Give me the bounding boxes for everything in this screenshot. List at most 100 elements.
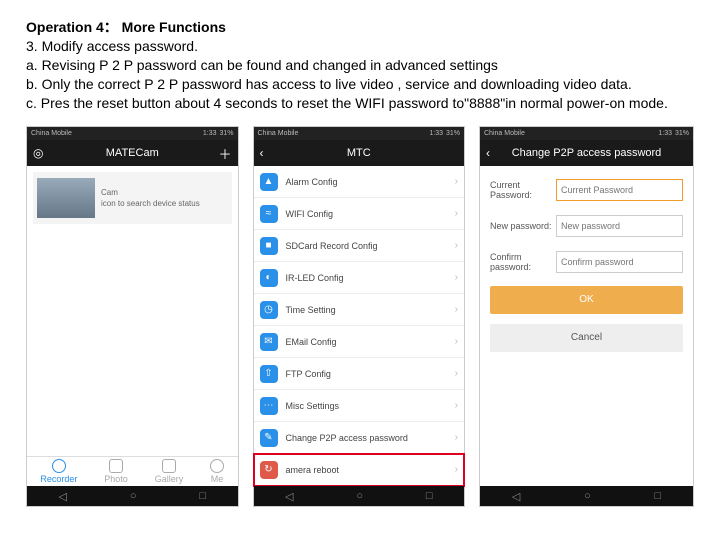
current-password-field: Current Password:	[490, 176, 683, 204]
android-nav: ◁ ○ □	[480, 486, 693, 506]
back-icon[interactable]: ◁	[512, 490, 520, 503]
me-icon	[210, 459, 224, 473]
row-icon: ⋯	[260, 397, 278, 415]
confirm-password-input[interactable]	[556, 251, 683, 273]
settings-row[interactable]: ✉ EMail Config ›	[254, 326, 465, 358]
row-icon: ▲	[260, 173, 278, 191]
row-icon: ■	[260, 237, 278, 255]
app-title: MATECam	[106, 147, 159, 159]
chevron-right-icon: ›	[455, 272, 458, 283]
row-icon: ⇧	[260, 365, 278, 383]
home-icon[interactable]: ○	[584, 490, 591, 502]
back-icon[interactable]: ‹	[260, 146, 264, 160]
row-icon: ✎	[260, 429, 278, 447]
row-label: FTP Config	[286, 369, 331, 379]
chevron-right-icon: ›	[455, 336, 458, 347]
recent-icon[interactable]: □	[426, 490, 433, 502]
bottom-nav: Recorder Photo Gallery Me	[27, 456, 238, 486]
battery: 31%	[675, 130, 689, 137]
chevron-right-icon: ›	[455, 304, 458, 315]
row-icon: ↻	[260, 461, 278, 479]
carrier: China Mobile	[258, 130, 299, 137]
status-bar: China Mobile 1:3331%	[254, 127, 465, 140]
home-icon[interactable]: ○	[130, 490, 137, 502]
status-bar: China Mobile 1:3331%	[480, 127, 693, 140]
screenshots-row: China Mobile 1:3331% ◎ MATECam ＋ Cam ico…	[26, 126, 694, 507]
chevron-right-icon: ›	[455, 176, 458, 187]
phone-2: China Mobile 1:3331% ‹ MTC ▲ Alarm Config…	[253, 126, 466, 507]
row-icon: ≈	[260, 205, 278, 223]
settings-row[interactable]: ⋯ Misc Settings ›	[254, 390, 465, 422]
line-c: c. Pres the reset button about 4 seconds…	[26, 95, 668, 111]
ok-button[interactable]: OK	[490, 286, 683, 314]
confirm-password-field: Confirm password:	[490, 248, 683, 276]
app-title: Change P2P access password	[512, 147, 662, 159]
tab-photo[interactable]: Photo	[104, 459, 128, 484]
battery: 31%	[219, 130, 233, 137]
new-password-input[interactable]	[556, 215, 683, 237]
settings-row[interactable]: ◐ IR-LED Config ›	[254, 262, 465, 294]
battery: 31%	[446, 130, 460, 137]
chevron-right-icon: ›	[455, 464, 458, 475]
back-icon[interactable]: ◁	[285, 490, 293, 503]
android-nav: ◁ ○ □	[254, 486, 465, 506]
line-a: a. Revising P 2 P password can be found …	[26, 57, 498, 73]
chevron-right-icon: ›	[455, 400, 458, 411]
add-icon[interactable]: ＋	[218, 144, 231, 163]
phone-1: China Mobile 1:3331% ◎ MATECam ＋ Cam ico…	[26, 126, 239, 507]
row-label: SDCard Record Config	[286, 241, 378, 251]
tab-recorder[interactable]: Recorder	[40, 459, 77, 484]
row-label: WIFI Config	[286, 209, 334, 219]
back-icon[interactable]: ◁	[58, 490, 66, 503]
line-b: b. Only the correct P 2 P password has a…	[26, 76, 632, 92]
back-icon[interactable]: ‹	[486, 146, 490, 160]
chevron-right-icon: ›	[455, 240, 458, 251]
settings-row[interactable]: ⇧ FTP Config ›	[254, 358, 465, 390]
new-password-label: New password:	[490, 221, 556, 231]
android-nav: ◁ ○ □	[27, 486, 238, 506]
new-password-field: New password:	[490, 212, 683, 240]
photo-icon	[109, 459, 123, 473]
row-label: Misc Settings	[286, 401, 340, 411]
row-label: Change P2P access password	[286, 433, 408, 443]
row-label: IR-LED Config	[286, 273, 344, 283]
phone-3: China Mobile 1:3331% ‹ Change P2P access…	[479, 126, 694, 507]
password-form: Current Password: New password: Confirm …	[480, 166, 693, 368]
settings-row[interactable]: ↻amera reboot›	[254, 454, 465, 486]
recent-icon[interactable]: □	[199, 490, 206, 502]
status-bar: China Mobile 1:3331%	[27, 127, 238, 140]
settings-row[interactable]: ■ SDCard Record Config ›	[254, 230, 465, 262]
settings-row[interactable]: ≈WIFI Config›	[254, 198, 465, 230]
clock: 1:33	[429, 130, 443, 137]
app-title: MTC	[347, 147, 371, 159]
row-label: EMail Config	[286, 337, 337, 347]
device-card[interactable]: Cam icon to search device status	[33, 172, 232, 224]
tab-me[interactable]: Me	[210, 459, 224, 484]
recorder-icon	[52, 459, 66, 473]
confirm-password-label: Confirm password:	[490, 252, 556, 272]
carrier: China Mobile	[484, 130, 525, 137]
row-label: Time Setting	[286, 305, 336, 315]
chevron-right-icon: ›	[455, 368, 458, 379]
instruction-text: Operation 4： More Functions 3. Modify ac…	[26, 18, 694, 112]
row-label: Alarm Config	[286, 177, 338, 187]
current-password-input[interactable]	[556, 179, 683, 201]
chevron-right-icon: ›	[455, 432, 458, 443]
device-thumbnail	[37, 178, 95, 218]
logo-icon: ◎	[33, 146, 43, 160]
recent-icon[interactable]: □	[654, 490, 661, 502]
gallery-icon	[162, 459, 176, 473]
row-icon: ◷	[260, 301, 278, 319]
row-icon: ◐	[260, 269, 278, 287]
cancel-button[interactable]: Cancel	[490, 324, 683, 352]
settings-row[interactable]: ▲ Alarm Config ›	[254, 166, 465, 198]
clock: 1:33	[658, 130, 672, 137]
heading: Operation 4： More Functions	[26, 19, 226, 35]
settings-list: ▲ Alarm Config › ≈ WIFI Config › ■ SDCard Recor…	[254, 166, 465, 486]
tab-gallery[interactable]: Gallery	[155, 459, 184, 484]
home-icon[interactable]: ○	[356, 490, 363, 502]
settings-row[interactable]: ◷ Time Setting ›	[254, 294, 465, 326]
clock: 1:33	[203, 130, 217, 137]
settings-row[interactable]: ✎ Change P2P access password ›	[254, 422, 465, 454]
row-icon: ✉	[260, 333, 278, 351]
